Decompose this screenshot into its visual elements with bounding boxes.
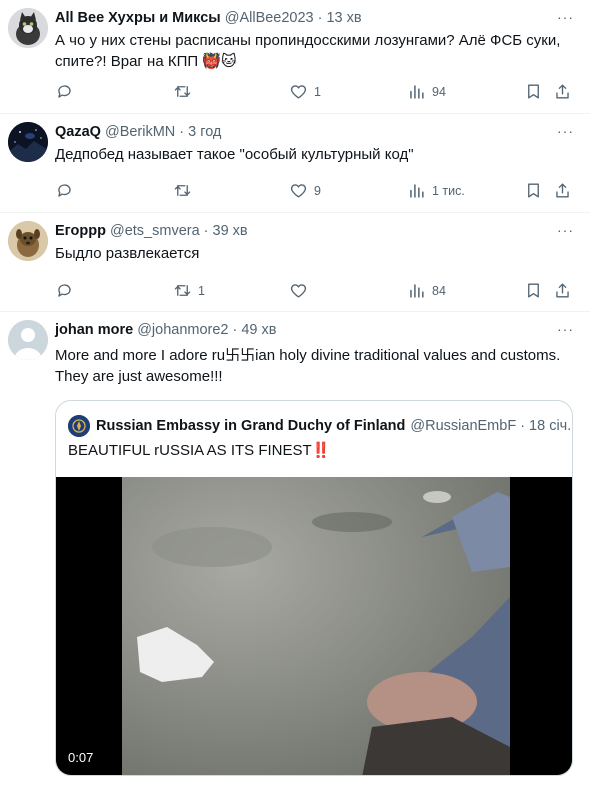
avatar[interactable]	[8, 320, 48, 360]
tweet-text-line: Дедпобед называет такое "особый культурн…	[55, 146, 414, 163]
video-player[interactable]: 0:07	[56, 477, 572, 775]
retweet-button[interactable]	[173, 181, 198, 200]
views-button[interactable]: 94	[407, 82, 446, 101]
tweet-text-line: They are just awesome!!!	[55, 368, 223, 385]
embassy-emblem-icon[interactable]	[68, 415, 90, 437]
tweet[interactable]: All Bee Хухры и Миксы @AllBee2023 · 13 хв …	[0, 0, 590, 114]
separator-dot: ·	[520, 418, 526, 434]
like-icon	[290, 184, 307, 198]
share-button[interactable]	[553, 82, 572, 101]
retweet-button[interactable]: 1	[173, 281, 205, 300]
author-handle[interactable]: @johanmore2	[137, 322, 228, 338]
bookmark-icon	[528, 183, 539, 198]
author-name[interactable]: All Bee Хухры и Миксы	[55, 10, 221, 26]
more-icon[interactable]: ···	[557, 9, 574, 25]
like-button[interactable]	[289, 281, 314, 300]
tweet[interactable]: QazaQ @BerikMN · 3 год ··· Дедпобед называ…	[0, 114, 590, 213]
author-handle[interactable]: @BerikMN	[105, 124, 175, 140]
more-icon[interactable]: ···	[557, 222, 574, 238]
separator-dot: ·	[317, 10, 323, 26]
bookmark-icon	[528, 84, 539, 99]
reply-button[interactable]	[55, 82, 80, 101]
like-button[interactable]: 1	[289, 82, 321, 101]
quoted-tweet[interactable]: Russian Embassy in Grand Duchy of Finlan…	[55, 400, 573, 776]
quote-header: Russian Embassy in Grand Duchy of Finlan…	[68, 415, 571, 437]
views-button[interactable]: 1 тис.	[407, 181, 465, 200]
share-button[interactable]	[553, 181, 572, 200]
avatar[interactable]	[8, 221, 48, 261]
bookmark-button[interactable]	[524, 82, 543, 101]
author-name[interactable]: Егоррр	[55, 223, 106, 239]
retweet-button[interactable]	[173, 82, 198, 101]
avatar[interactable]	[8, 122, 48, 162]
author-name[interactable]: QazaQ	[55, 124, 101, 140]
views-count: 94	[432, 84, 446, 99]
action-bar: 1 84	[55, 281, 590, 301]
timestamp[interactable]: 13 хв	[326, 10, 361, 26]
tweet-text: Дедпобед называет такое "особый культурн…	[55, 144, 575, 165]
quote-text: BEAUTIFUL rUSSIA AS ITS FINEST‼️	[68, 442, 331, 459]
like-icon	[290, 85, 307, 99]
timestamp[interactable]: 49 хв	[241, 322, 276, 338]
quote-author-name[interactable]: Russian Embassy in Grand Duchy of Finlan…	[96, 418, 405, 434]
tweet-header: All Bee Хухры и Миксы @AllBee2023 · 13 хв	[55, 9, 362, 27]
author-handle[interactable]: @AllBee2023	[225, 10, 314, 26]
tweet-text: Быдло развлекается	[55, 243, 575, 264]
retweet-icon	[174, 86, 191, 97]
action-bar: 1 94	[55, 82, 590, 102]
tweet-text: А чо у них стены расписаны пропиндосским…	[55, 30, 575, 72]
quote-author-handle[interactable]: @RussianEmbF	[410, 418, 516, 434]
share-icon	[556, 283, 569, 298]
bookmark-button[interactable]	[524, 181, 543, 200]
video-frame	[122, 477, 510, 775]
tweet-text-line: Быдло развлекается	[55, 245, 200, 262]
like-icon	[290, 284, 307, 298]
retweet-icon	[174, 285, 191, 296]
separator-dot: ·	[203, 223, 209, 239]
author-name[interactable]: johan more	[55, 322, 133, 338]
quote-timestamp[interactable]: 18 січ.	[529, 418, 571, 434]
reply-icon	[58, 85, 71, 98]
timestamp[interactable]: 3 год	[188, 124, 221, 140]
separator-dot: ·	[179, 124, 185, 140]
retweet-icon	[174, 185, 191, 196]
bookmark-icon	[528, 283, 539, 298]
views-icon	[410, 284, 424, 298]
like-count: 1	[314, 84, 321, 99]
tweet-header: johan more @johanmore2 · 49 хв	[55, 321, 276, 339]
share-icon	[556, 183, 569, 198]
share-icon	[556, 84, 569, 99]
more-icon[interactable]: ···	[557, 321, 574, 337]
like-button[interactable]: 9	[289, 181, 321, 200]
tweet-header: Егоррр @ets_smvera · 39 хв	[55, 222, 248, 240]
tweet[interactable]: johan more @johanmore2 · 49 хв ··· More an…	[0, 312, 590, 786]
reply-button[interactable]	[55, 181, 80, 200]
action-bar: 9 1 тис.	[55, 181, 590, 201]
tweet-text: More and more I adore ru卐卐ian holy divin…	[55, 345, 575, 387]
tweet-text-line: More and more I adore ru卐卐ian holy divin…	[55, 347, 561, 364]
tweet-header: QazaQ @BerikMN · 3 год	[55, 123, 221, 141]
tweet[interactable]: Егоррр @ets_smvera · 39 хв ··· Быдло развл…	[0, 213, 590, 312]
tweet-text-line: спите?! Враг на КПП 👹🐱	[55, 53, 237, 70]
like-count: 9	[314, 183, 321, 198]
author-handle[interactable]: @ets_smvera	[110, 223, 200, 239]
retweet-count: 1	[198, 283, 205, 298]
tweet-text-line: А чо у них стены расписаны пропиндосским…	[55, 32, 561, 49]
reply-icon	[58, 184, 71, 197]
views-count: 84	[432, 283, 446, 298]
views-button[interactable]: 84	[407, 281, 446, 300]
bookmark-button[interactable]	[524, 281, 543, 300]
video-duration: 0:07	[68, 750, 94, 765]
share-button[interactable]	[553, 281, 572, 300]
views-icon	[410, 184, 424, 198]
timestamp[interactable]: 39 хв	[213, 223, 248, 239]
separator-dot: ·	[232, 322, 238, 338]
avatar[interactable]	[8, 8, 48, 48]
reply-icon	[58, 284, 71, 297]
reply-button[interactable]	[55, 281, 80, 300]
more-icon[interactable]: ···	[557, 123, 574, 139]
views-count: 1 тис.	[432, 183, 465, 198]
views-icon	[410, 85, 424, 99]
